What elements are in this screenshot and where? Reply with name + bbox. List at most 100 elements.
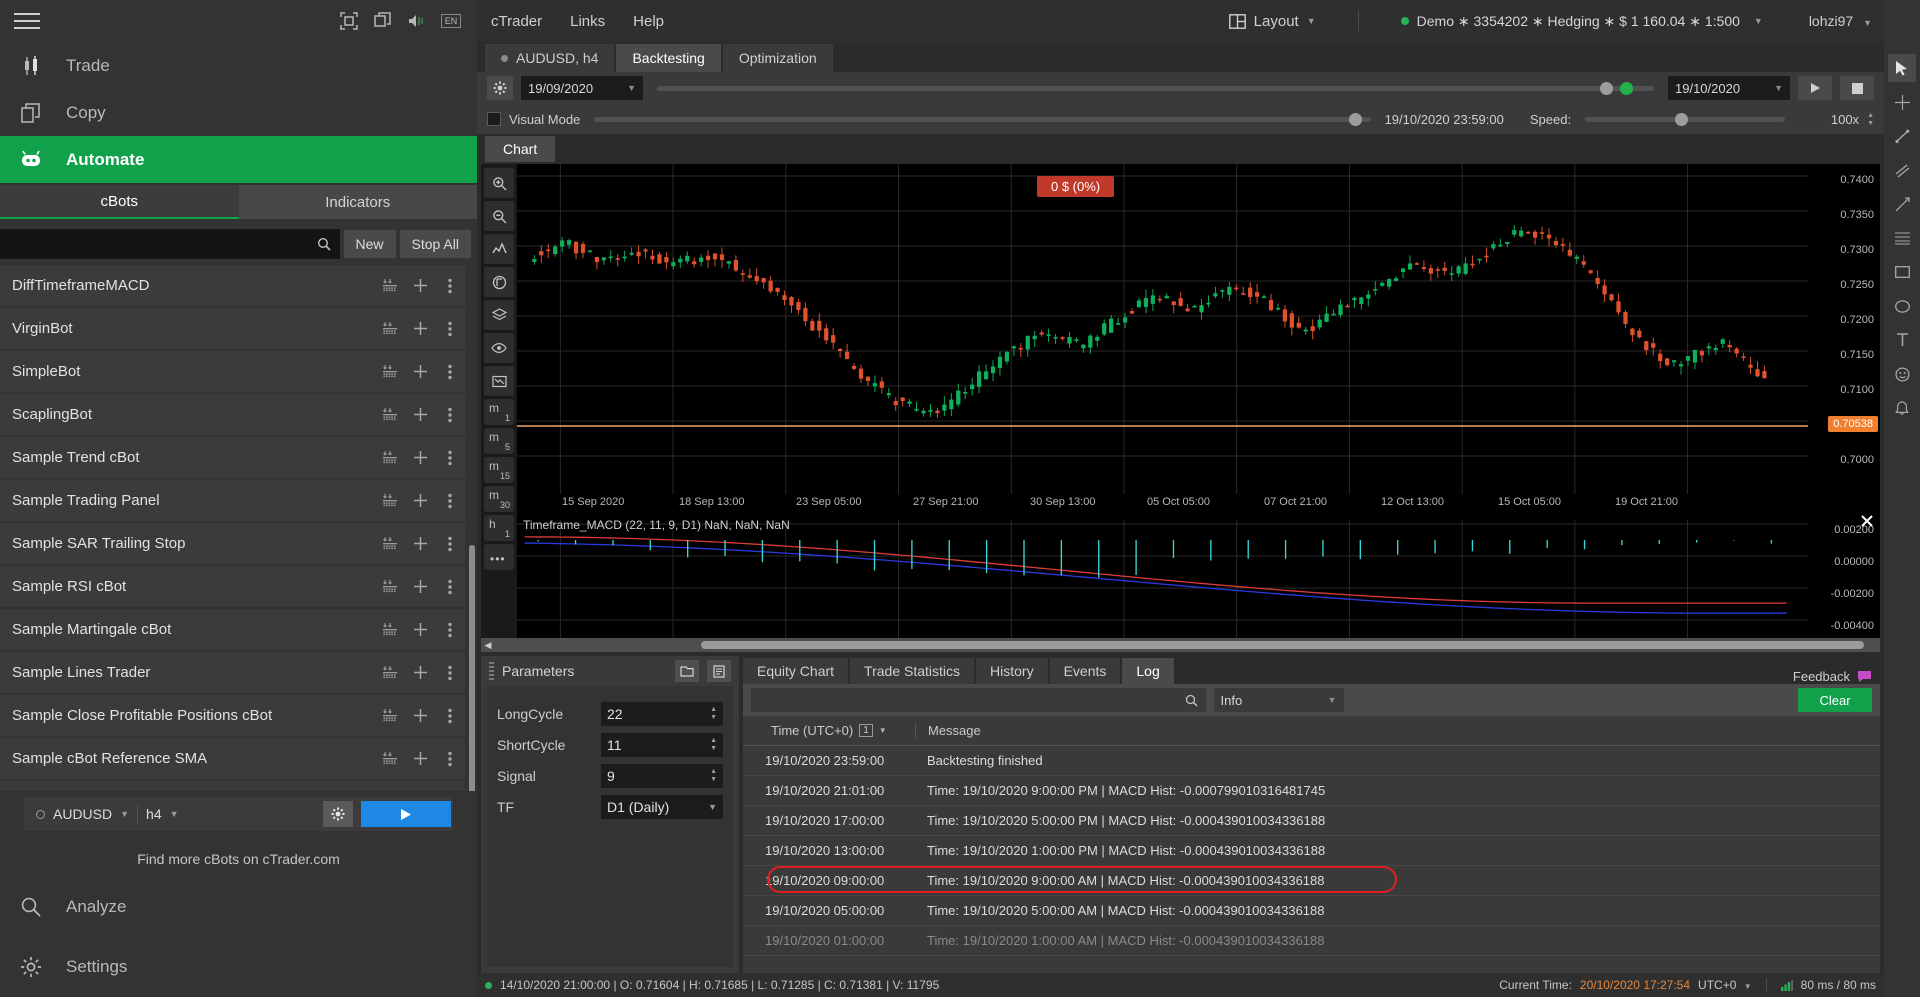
sidebar-item-trade[interactable]: Trade	[0, 42, 477, 89]
playback-knob[interactable]	[1348, 112, 1362, 126]
more-options-icon[interactable]	[435, 321, 465, 337]
backtest-icon[interactable]	[375, 709, 405, 722]
log-row[interactable]: 19/10/2020 05:00:00 Time: 19/10/2020 5:00…	[743, 896, 1880, 926]
eye-icon[interactable]	[484, 333, 514, 363]
start-date-selector[interactable]: 19/09/2020 ▼	[521, 76, 643, 100]
sidebar-item-copy[interactable]: Copy	[0, 89, 477, 136]
backtest-play-button[interactable]	[1798, 76, 1832, 100]
account-selector[interactable]: Demo ∗ 3354202 ∗ Hedging ∗ $ 1 160.04 ∗ …	[1400, 13, 1763, 30]
more-options-icon[interactable]	[435, 622, 465, 638]
backtest-icon[interactable]	[375, 752, 405, 765]
backtest-icon[interactable]	[375, 365, 405, 378]
visual-mode-checkbox[interactable]	[487, 112, 501, 126]
cbot-list-item[interactable]: Sample Trend cBot	[0, 437, 465, 478]
sort-desc-icon[interactable]: ▼	[879, 726, 887, 735]
search-input[interactable]	[9, 236, 317, 252]
load-preset-icon[interactable]	[707, 660, 731, 682]
channel-tool-icon[interactable]	[1888, 156, 1916, 184]
stop-all-button[interactable]: Stop All	[399, 230, 471, 258]
tab-audusd-h4[interactable]: AUDUSD, h4	[485, 44, 615, 72]
add-instance-icon[interactable]	[405, 708, 435, 723]
chevron-down-icon[interactable]: ▼	[1754, 16, 1763, 26]
tab-chart[interactable]: Chart	[485, 136, 556, 162]
more-options-icon[interactable]	[435, 579, 465, 595]
chevron-down-icon[interactable]: ▼	[627, 83, 636, 93]
find-more-cbots-link[interactable]: Find more cBots on cTrader.com	[0, 841, 477, 877]
log-row[interactable]: 19/10/2020 09:00:00 Time: 19/10/2020 9:00…	[743, 866, 1880, 896]
zoom-in-icon[interactable]	[484, 168, 514, 198]
language-icon[interactable]: EN	[439, 9, 463, 33]
ray-tool-icon[interactable]	[1888, 190, 1916, 218]
backtest-icon[interactable]	[375, 408, 405, 421]
cbot-list-item[interactable]: Sample Breakout cBot	[0, 781, 465, 791]
chevron-down-icon[interactable]: ▼	[1328, 695, 1337, 705]
backtest-icon[interactable]	[375, 623, 405, 636]
cbot-settings-button[interactable]	[323, 801, 353, 827]
close-indicator-icon[interactable]	[1858, 512, 1876, 530]
trendline-tool-icon[interactable]	[1888, 122, 1916, 150]
feedback-button[interactable]: Feedback	[1793, 669, 1880, 684]
windows-icon[interactable]	[371, 9, 395, 33]
add-instance-icon[interactable]	[405, 665, 435, 680]
log-row[interactable]: 19/10/2020 23:59:00 Backtesting finished	[743, 746, 1880, 776]
cbot-list-item[interactable]: VirginBot	[0, 308, 465, 349]
backtest-icon[interactable]	[375, 494, 405, 507]
more-options-icon[interactable]	[435, 493, 465, 509]
log-col-message[interactable]: Message	[915, 723, 1880, 738]
timeframe-m30[interactable]: m 30	[484, 486, 514, 512]
save-preset-icon[interactable]	[675, 660, 699, 682]
timeframe-m5[interactable]: m5	[484, 428, 514, 454]
number-stepper[interactable]: ▲ ▼	[710, 737, 717, 752]
more-options-icon[interactable]	[435, 751, 465, 767]
add-instance-icon[interactable]	[405, 579, 435, 594]
range-knob-left[interactable]	[1600, 81, 1613, 95]
timezone-selector[interactable]: UTC+0 ▼	[1698, 978, 1752, 992]
sidebar-item-analyze[interactable]: Analyze	[0, 877, 477, 937]
speed-knob[interactable]	[1675, 112, 1689, 126]
timeframe-h1[interactable]: h1	[484, 515, 514, 541]
menu-ctrader[interactable]: cTrader	[491, 13, 542, 30]
log-tab-history[interactable]: History	[976, 658, 1048, 684]
sound-icon[interactable]	[405, 9, 429, 33]
indicators-icon[interactable]	[484, 234, 514, 264]
cbot-list-item[interactable]: Sample cBot Reference SMA	[0, 738, 465, 779]
scroll-left-icon[interactable]: ◀	[481, 640, 495, 651]
sidebar-item-automate[interactable]: Automate	[0, 136, 477, 183]
scroll-thumb[interactable]	[701, 641, 1864, 649]
backtest-icon[interactable]	[375, 537, 405, 550]
playback-position-slider[interactable]	[594, 112, 1371, 126]
log-row[interactable]: 19/10/2020 17:00:00 Time: 19/10/2020 5:00…	[743, 806, 1880, 836]
backtest-icon[interactable]	[375, 279, 405, 292]
fib-retracement-icon[interactable]	[1888, 224, 1916, 252]
add-instance-icon[interactable]	[405, 536, 435, 551]
symbol-selector[interactable]: AUDUSD	[53, 806, 112, 822]
snapshot-icon[interactable]	[484, 366, 514, 396]
emoji-tool-icon[interactable]	[1888, 360, 1916, 388]
more-options-icon[interactable]	[435, 708, 465, 724]
more-options-icon[interactable]	[435, 278, 465, 294]
chevron-down-icon[interactable]: ▼	[1307, 16, 1316, 26]
chevron-down-icon[interactable]: ▼	[708, 802, 717, 812]
cbot-list-item[interactable]: Sample RSI cBot	[0, 566, 465, 607]
add-instance-icon[interactable]	[405, 364, 435, 379]
add-instance-icon[interactable]	[405, 321, 435, 336]
log-col-time[interactable]: Time (UTC+0) 1 ▼	[743, 723, 915, 738]
tab-indicators[interactable]: Indicators	[238, 185, 477, 219]
cbot-list-item[interactable]: SimpleBot	[0, 351, 465, 392]
add-instance-icon[interactable]	[405, 278, 435, 293]
log-tab-equity-chart[interactable]: Equity Chart	[743, 658, 849, 684]
parameter-input[interactable]: D1 (Daily) ▼	[601, 794, 723, 819]
chevron-down-icon[interactable]: ▼	[170, 809, 179, 819]
log-search-input[interactable]	[759, 692, 1185, 708]
backtest-settings-button[interactable]	[487, 76, 513, 100]
cbot-start-button[interactable]	[361, 801, 451, 827]
timeframe-m15[interactable]: m 15	[484, 457, 514, 483]
log-level-selector[interactable]: Info ▼	[1213, 688, 1344, 712]
backtest-icon[interactable]	[375, 322, 405, 335]
chart-horizontal-scrollbar[interactable]: ◀	[481, 638, 1880, 652]
backtest-range-slider[interactable]	[657, 81, 1654, 95]
menu-hamburger-icon[interactable]	[14, 10, 40, 32]
new-cbot-button[interactable]: New	[343, 230, 396, 258]
backtest-icon[interactable]	[375, 666, 405, 679]
number-stepper[interactable]: ▲ ▼	[710, 706, 717, 721]
